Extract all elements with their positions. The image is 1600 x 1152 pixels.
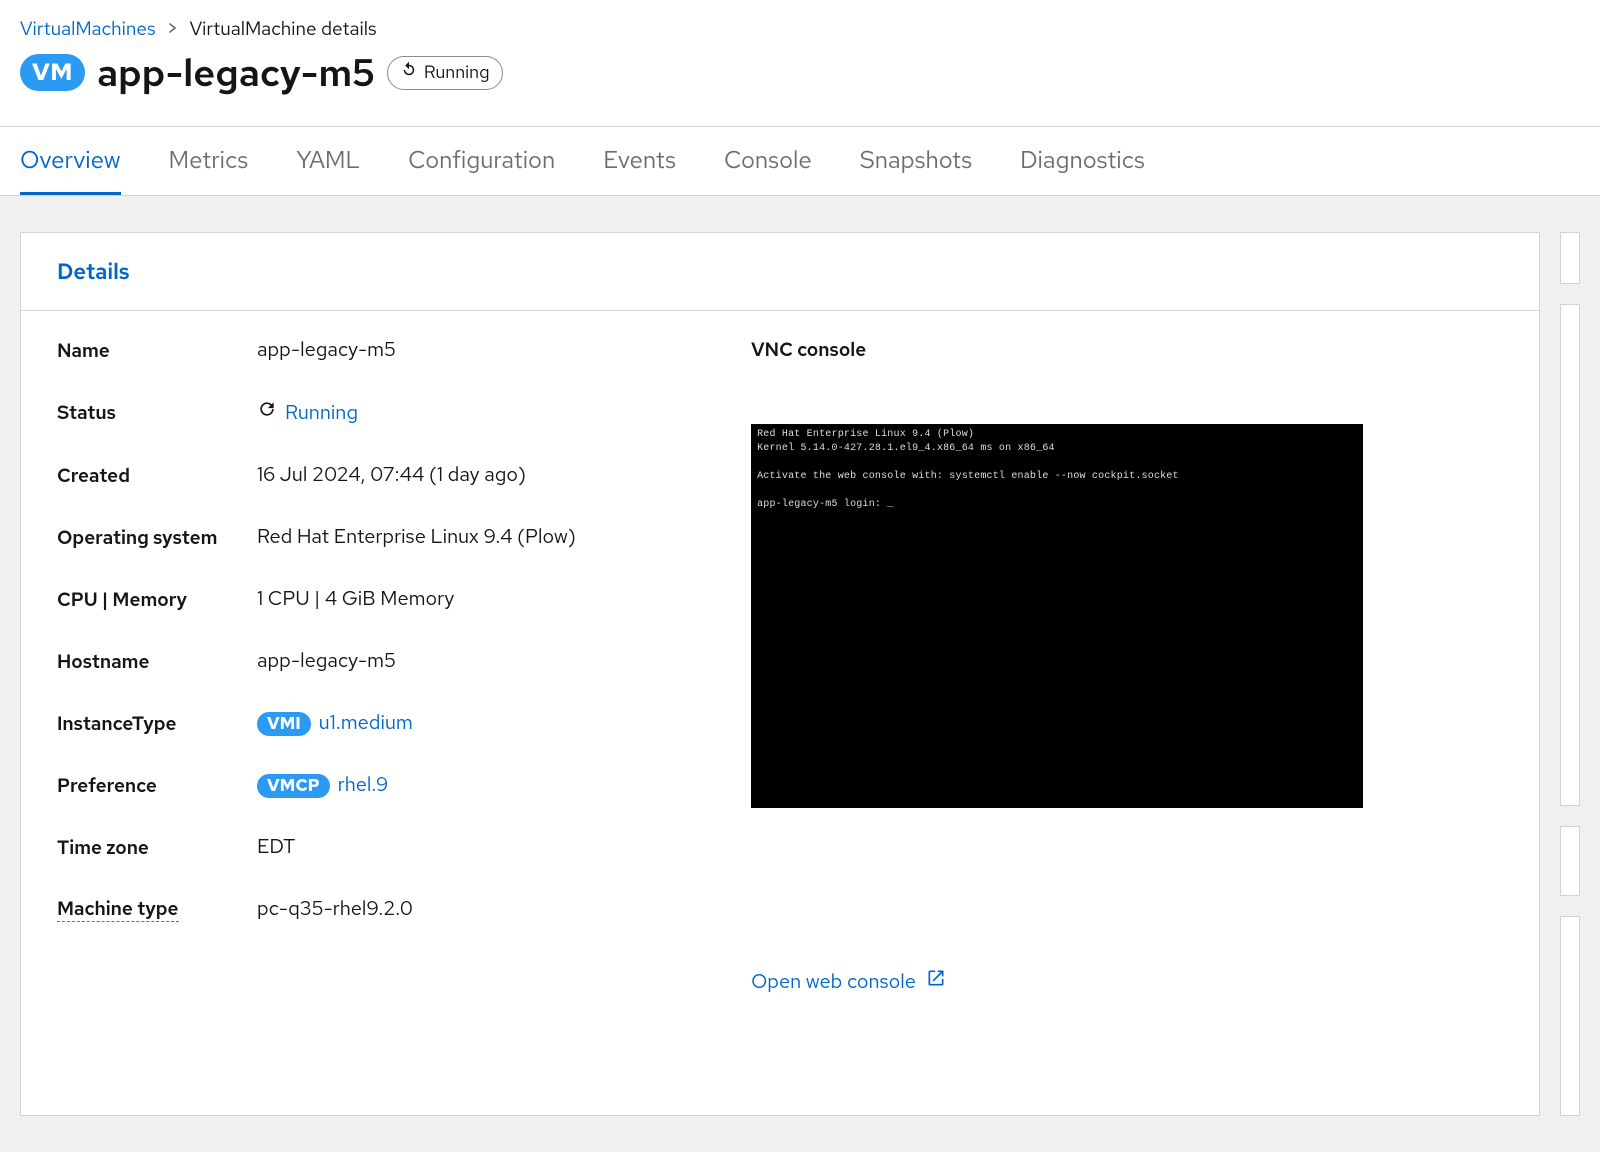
side-card: [1560, 826, 1580, 896]
field-value-hostname: app-legacy-m5: [257, 648, 751, 674]
instancetype-link[interactable]: u1.medium: [319, 710, 413, 736]
field-label-cpumem: CPU | Memory: [57, 587, 247, 612]
field-label-os: Operating system: [57, 525, 247, 550]
sync-icon: [257, 399, 277, 426]
details-card: Details Name app-legacy-m5 Status Runnin…: [20, 232, 1540, 1116]
vnc-console[interactable]: Red Hat Enterprise Linux 9.4 (Plow) Kern…: [751, 424, 1363, 808]
tab-events[interactable]: Events: [603, 127, 676, 195]
status-badge: Running: [387, 56, 503, 90]
page-title: app-legacy-m5: [97, 47, 375, 98]
resource-badge-vmi: VMI: [257, 712, 311, 736]
tab-overview[interactable]: Overview: [20, 127, 121, 195]
tab-snapshots[interactable]: Snapshots: [860, 127, 972, 195]
field-value-cpumem: 1 CPU | 4 GiB Memory: [257, 586, 751, 612]
external-link-icon: [926, 968, 946, 995]
field-value-os: Red Hat Enterprise Linux 9.4 (Plow): [257, 524, 751, 550]
tab-console[interactable]: Console: [724, 127, 812, 195]
status-link[interactable]: Running: [257, 399, 358, 426]
breadcrumb-current: VirtualMachine details: [190, 16, 377, 41]
details-card-title[interactable]: Details: [21, 233, 1539, 311]
tab-configuration[interactable]: Configuration: [408, 127, 555, 195]
open-web-console-label: Open web console: [751, 969, 916, 995]
open-web-console-link[interactable]: Open web console: [751, 968, 946, 995]
resource-badge-vmcp: VMCP: [257, 774, 330, 798]
field-label-status: Status: [57, 400, 247, 425]
console-column: VNC console Red Hat Enterprise Linux 9.4…: [751, 337, 1503, 995]
vnc-console-title: VNC console: [751, 337, 1503, 362]
content-area: Details Name app-legacy-m5 Status Runnin…: [0, 196, 1600, 1152]
field-value-name: app-legacy-m5: [257, 337, 751, 363]
field-value-status: Running: [285, 400, 358, 426]
sync-icon: [400, 61, 418, 85]
tab-diagnostics[interactable]: Diagnostics: [1020, 127, 1145, 195]
side-card: [1560, 232, 1580, 284]
page-header: VM app-legacy-m5 Running: [0, 47, 1600, 126]
side-card: [1560, 916, 1580, 1116]
details-column: Name app-legacy-m5 Status Running Create…: [57, 337, 751, 995]
field-value-timezone: EDT: [257, 834, 751, 860]
status-text: Running: [424, 61, 490, 84]
field-label-name: Name: [57, 338, 247, 363]
side-cards-partial: [1560, 232, 1580, 1116]
breadcrumb-root-link[interactable]: VirtualMachines: [20, 16, 156, 41]
chevron-right-icon: [168, 20, 178, 38]
field-label-machinetype: Machine type: [57, 896, 179, 922]
field-label-instancetype: InstanceType: [57, 711, 247, 736]
field-value-created: 16 Jul 2024, 07:44 (1 day ago): [257, 462, 751, 488]
field-label-created: Created: [57, 463, 247, 488]
field-value-machinetype: pc-q35-rhel9.2.0: [257, 896, 751, 922]
field-label-preference: Preference: [57, 773, 247, 798]
resource-badge-vm: VM: [20, 54, 85, 91]
field-label-timezone: Time zone: [57, 835, 247, 860]
field-label-hostname: Hostname: [57, 649, 247, 674]
preference-link[interactable]: rhel.9: [338, 772, 389, 798]
side-card: [1560, 304, 1580, 806]
tab-yaml[interactable]: YAML: [296, 127, 360, 195]
breadcrumb: VirtualMachines VirtualMachine details: [0, 0, 1600, 47]
tab-metrics[interactable]: Metrics: [169, 127, 249, 195]
tabs-bar: Overview Metrics YAML Configuration Even…: [0, 126, 1600, 196]
